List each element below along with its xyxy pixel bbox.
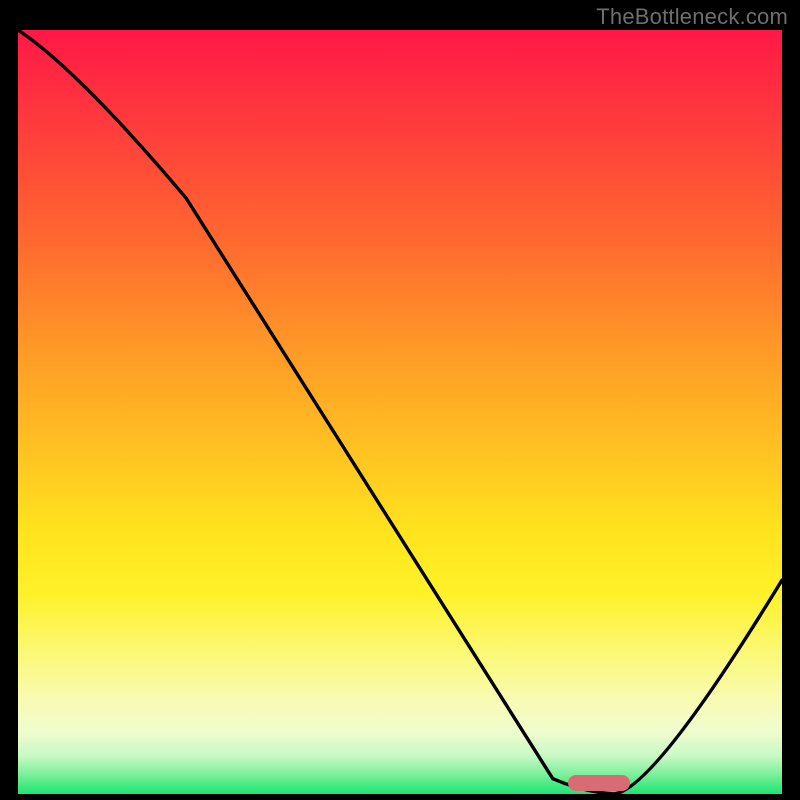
chart-area [18,30,782,794]
watermark-text: TheBottleneck.com [596,4,788,30]
optimal-range-marker [568,775,630,791]
chart-background-gradient [18,30,782,794]
